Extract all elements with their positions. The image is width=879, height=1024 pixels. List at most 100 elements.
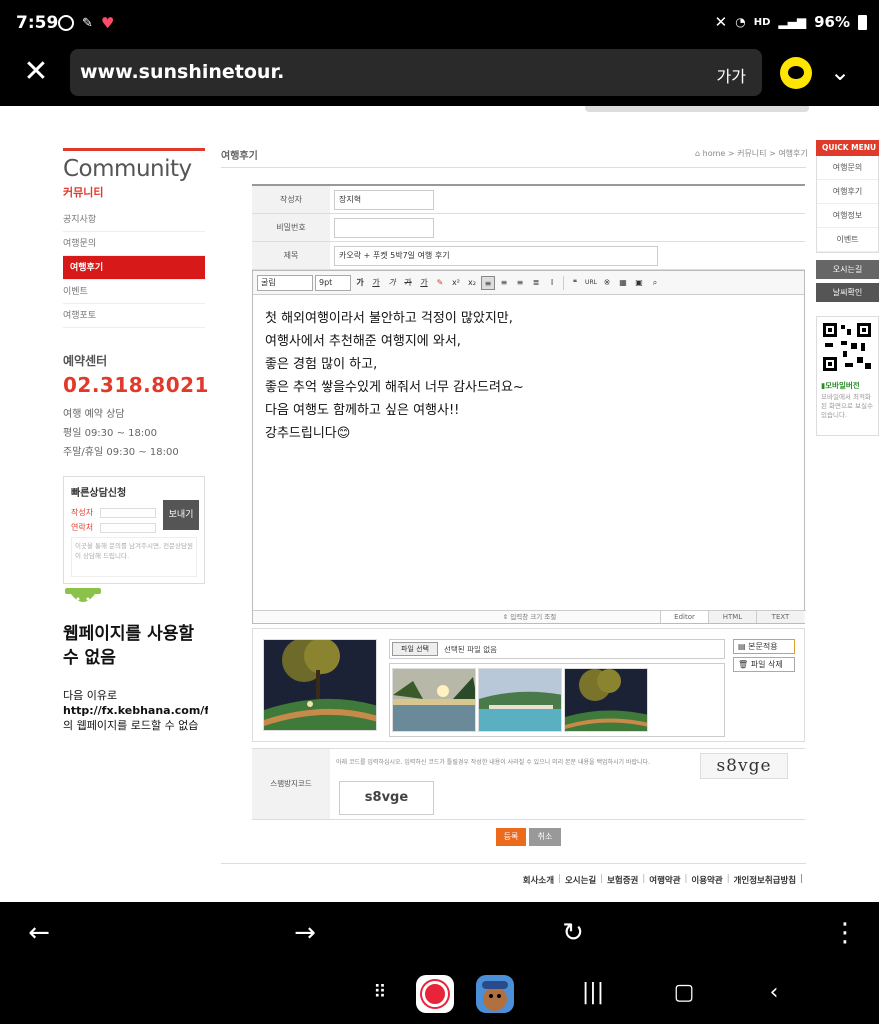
- sidebar-item-inquiry[interactable]: 여행문의: [63, 232, 205, 256]
- business-hours: 여행 예약 상담 평일 09:30 ~ 18:00 주말/휴일 09:30 ~ …: [63, 409, 179, 458]
- chevron-down-icon[interactable]: ⌄: [830, 58, 850, 86]
- kakaotalk-icon[interactable]: [780, 57, 812, 89]
- heart-icon: ♥: [100, 14, 115, 32]
- hd-icon: HD: [753, 16, 771, 28]
- quick-menu: QUICK MENU 여행문의 여행후기 여행정보 이벤트 오시는길 날씨확인 …: [816, 140, 879, 436]
- sidebar-item-events[interactable]: 이벤트: [63, 280, 205, 304]
- url-bar[interactable]: www.sunshinetour. 가가: [70, 49, 762, 96]
- editor-mode-tabs: Editor HTML TEXT: [660, 610, 804, 623]
- error-body: 다음 이유로: [63, 689, 118, 702]
- submit-button[interactable]: 등록: [496, 828, 526, 846]
- table-icon[interactable]: ▦: [616, 276, 630, 290]
- back-icon[interactable]: ‹: [757, 976, 791, 1010]
- align-center-icon[interactable]: ≡: [497, 276, 511, 290]
- notification-icon: [58, 15, 74, 31]
- bold-icon[interactable]: 가: [353, 276, 367, 290]
- game-app-icon[interactable]: [476, 975, 514, 1013]
- quick-form-contact-label: 연락처: [71, 523, 94, 532]
- recent-apps-icon[interactable]: |||: [576, 976, 610, 1010]
- tab-text[interactable]: TEXT: [756, 610, 804, 623]
- image-icon[interactable]: ▣: [632, 276, 646, 290]
- quote-icon[interactable]: ❝: [568, 276, 582, 290]
- align-right-icon[interactable]: ≡: [513, 276, 527, 290]
- sidebar-item-photos[interactable]: 여행포토: [63, 304, 205, 328]
- attachment-thumb[interactable]: [478, 668, 562, 732]
- tab-html[interactable]: HTML: [708, 610, 756, 623]
- status-time: 7:59: [16, 13, 59, 33]
- delete-file-button[interactable]: 🗑 파일 삭제: [733, 657, 795, 672]
- more-options-icon[interactable]: ⋮: [828, 916, 862, 950]
- browser-toolbar: ✕ www.sunshinetour. 가가 ⌄: [0, 44, 879, 106]
- file-none-text: 선택된 파일 없음: [444, 645, 498, 654]
- subject-input[interactable]: 카오락 + 푸켓 5박7일 여행 후기: [334, 245, 658, 266]
- mobile-qr: ▮모바일버전 모바일에서 최적화된 화면으로 보실수 있습니다.: [816, 316, 879, 436]
- quick-item-reviews[interactable]: 여행후기: [817, 180, 878, 204]
- author-input[interactable]: 장지혁: [334, 189, 434, 210]
- quick-consult-form: 빠른상담신청 작성자 연락처 보내기 이곳을 통해 문의를 남겨주시면, 전문상…: [63, 476, 205, 584]
- attachments: 파일 선택 선택된 파일 없음 ▤ 본문적용 🗑 파일 삭제: [252, 628, 805, 742]
- link-icon[interactable]: URL: [584, 276, 598, 290]
- forward-arrow-icon[interactable]: →: [288, 916, 322, 950]
- attachment-list: [389, 663, 725, 737]
- tab-editor[interactable]: Editor: [660, 610, 708, 623]
- spam-label: 스팸방지코드: [252, 749, 330, 819]
- back-arrow-icon[interactable]: ←: [22, 916, 56, 950]
- editor-content[interactable]: 첫 해외여행이라서 불안하고 걱정이 많았지만, 여행사에서 추천해준 여행지에…: [253, 295, 804, 457]
- quick-item-info[interactable]: 여행정보: [817, 204, 878, 228]
- quick-form-send-button[interactable]: 보내기: [163, 500, 199, 530]
- font-select[interactable]: 굴림: [257, 274, 313, 291]
- footer-link-travel-terms[interactable]: 여행약관: [649, 874, 680, 886]
- signal-icon: ▂▄▆: [778, 15, 807, 29]
- italic-icon[interactable]: 가: [385, 276, 399, 290]
- apply-to-body-button[interactable]: ▤ 본문적용: [733, 639, 795, 654]
- cancel-button[interactable]: 취소: [529, 828, 561, 846]
- file-select-button[interactable]: 파일 선택: [392, 642, 438, 656]
- quick-item-inquiry[interactable]: 여행문의: [817, 156, 878, 180]
- strike-icon[interactable]: 가: [401, 276, 415, 290]
- apply-icon: ▤: [738, 642, 746, 651]
- sidebar-item-reviews[interactable]: 여행후기: [63, 256, 205, 280]
- quick-form-name-input[interactable]: [99, 507, 156, 518]
- wifi-calling-icon: ✎: [82, 15, 93, 31]
- footer-link-terms[interactable]: 이용약관: [691, 874, 722, 886]
- attachment-thumb[interactable]: [564, 668, 648, 732]
- youtube-music-icon[interactable]: [416, 975, 454, 1013]
- wifi-icon: ◔: [735, 15, 746, 29]
- line-height-icon[interactable]: Ⅰ: [545, 276, 559, 290]
- quick-item-events[interactable]: 이벤트: [817, 228, 878, 252]
- refresh-icon[interactable]: ↻: [556, 916, 590, 950]
- page-title: 여행후기: [221, 151, 258, 162]
- sidebar-subtitle: 커뮤니티: [63, 186, 104, 199]
- special-char-icon[interactable]: ※: [600, 276, 614, 290]
- align-justify-icon[interactable]: ≣: [529, 276, 543, 290]
- close-icon[interactable]: ✕: [18, 54, 54, 90]
- subscript-icon[interactable]: x₂: [465, 276, 479, 290]
- system-nav-bar: ⠿ ||| ▢ ‹: [0, 964, 879, 1024]
- quick-weather-button[interactable]: 날씨확인: [816, 283, 879, 302]
- scrollbar[interactable]: [585, 106, 809, 112]
- captcha-input[interactable]: s8vge: [339, 781, 434, 815]
- android-error-icon: [65, 588, 101, 602]
- superscript-icon[interactable]: x²: [449, 276, 463, 290]
- font-color-icon[interactable]: 가: [417, 276, 431, 290]
- quick-menu-header: QUICK MENU: [816, 140, 879, 156]
- find-icon[interactable]: ⌕: [648, 276, 662, 290]
- footer-link-insurance[interactable]: 보험증권: [607, 874, 638, 886]
- quick-form-contact-input[interactable]: [99, 522, 156, 533]
- align-left-icon[interactable]: ≡: [481, 275, 495, 290]
- highlight-icon[interactable]: ✎: [433, 276, 447, 290]
- password-input[interactable]: [334, 217, 434, 238]
- attachment-thumb[interactable]: [392, 668, 476, 732]
- footer-link-privacy[interactable]: 개인정보취급방침: [734, 874, 797, 886]
- captcha-image: s8vge: [700, 753, 788, 779]
- font-size-select[interactable]: 9pt: [315, 274, 351, 291]
- battery-icon: [858, 14, 867, 30]
- quick-directions-button[interactable]: 오시는길: [816, 260, 879, 279]
- footer-link-directions[interactable]: 오시는길: [565, 874, 596, 886]
- underline-icon[interactable]: 가: [369, 276, 383, 290]
- sidebar-item-notice[interactable]: 공지사항: [63, 208, 205, 232]
- home-icon[interactable]: ▢: [667, 976, 701, 1010]
- text-size-button[interactable]: 가가: [717, 63, 746, 87]
- app-grid-icon[interactable]: ⠿: [363, 976, 397, 1010]
- footer-link-company[interactable]: 회사소개: [523, 874, 554, 886]
